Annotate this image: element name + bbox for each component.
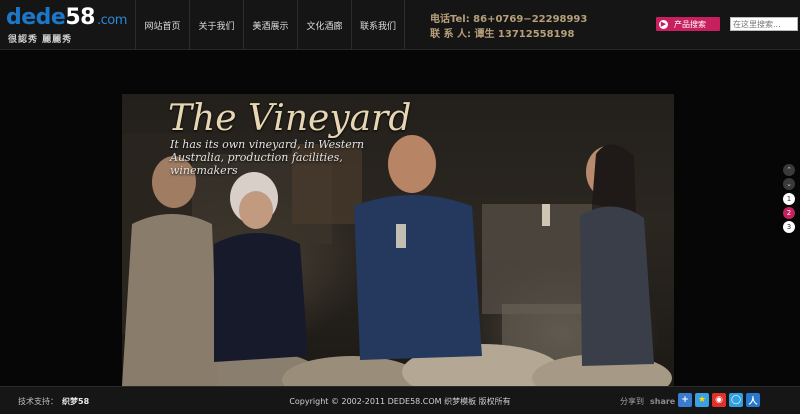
slide-page-3[interactable]: 3 [783, 221, 795, 233]
share-icons: + ★ ◉ ◯ 人 [678, 393, 760, 407]
banner-title: The Vineyard [168, 98, 412, 139]
slide-page-2[interactable]: 2 [783, 207, 795, 219]
chevron-down-icon: ⌄ [786, 180, 792, 188]
nav-culture-lounge[interactable]: 文化酒廊 [297, 0, 351, 50]
contact-info: 电话Tel: 86+0769−22298993 联 系 人: 谭生 137125… [430, 12, 587, 42]
nav-wine-showcase[interactable]: 美酒展示 [243, 0, 297, 50]
nav-contact[interactable]: 联系我们 [351, 0, 405, 50]
site-logo[interactable]: dede58 .com 很認秀 麗麗秀 [6, 6, 136, 46]
arrow-right-icon: ▶ [659, 19, 668, 29]
product-search-button[interactable]: ▶ 产品搜索 [656, 17, 720, 31]
renren-share-icon[interactable]: 人 [746, 393, 760, 407]
banner-subtitle: It has its own vineyard, in Western Aust… [170, 138, 365, 177]
weibo-share-icon[interactable]: ◉ [712, 393, 726, 407]
tencent-share-icon[interactable]: ◯ [729, 393, 743, 407]
nav-home[interactable]: 网站首页 [135, 0, 189, 50]
main-nav: 网站首页 关于我们 美酒展示 文化酒廊 联系我们 [135, 0, 405, 50]
slide-prev-button[interactable]: ⌃ [783, 164, 795, 176]
site-footer: 技术支持： 织梦58 Copyright © 2002-2011 DEDE58.C… [0, 386, 800, 414]
nav-about[interactable]: 关于我们 [189, 0, 243, 50]
logo-tagline: 很認秀 麗麗秀 [8, 35, 73, 45]
site-header: dede58 .com 很認秀 麗麗秀 网站首页 关于我们 美酒展示 文化酒廊 联… [0, 0, 800, 50]
plus-share-icon[interactable]: + [678, 393, 692, 407]
contact-person: 联 系 人: 谭生 13712558198 [430, 29, 575, 40]
search-input[interactable] [730, 17, 798, 31]
hero-banner: The Vineyard It has its own vineyard, in… [122, 94, 674, 386]
star-share-icon[interactable]: ★ [695, 393, 709, 407]
chevron-up-icon: ⌃ [786, 166, 792, 174]
slide-page-1[interactable]: 1 [783, 193, 795, 205]
slide-next-button[interactable]: ⌄ [783, 178, 795, 190]
product-search-label: 产品搜索 [674, 19, 706, 29]
logo-wordmark: dede58 .com [6, 5, 127, 30]
contact-phone: 电话Tel: 86+0769−22298993 [430, 14, 588, 25]
share-label-cn: 分享到 [620, 397, 644, 406]
